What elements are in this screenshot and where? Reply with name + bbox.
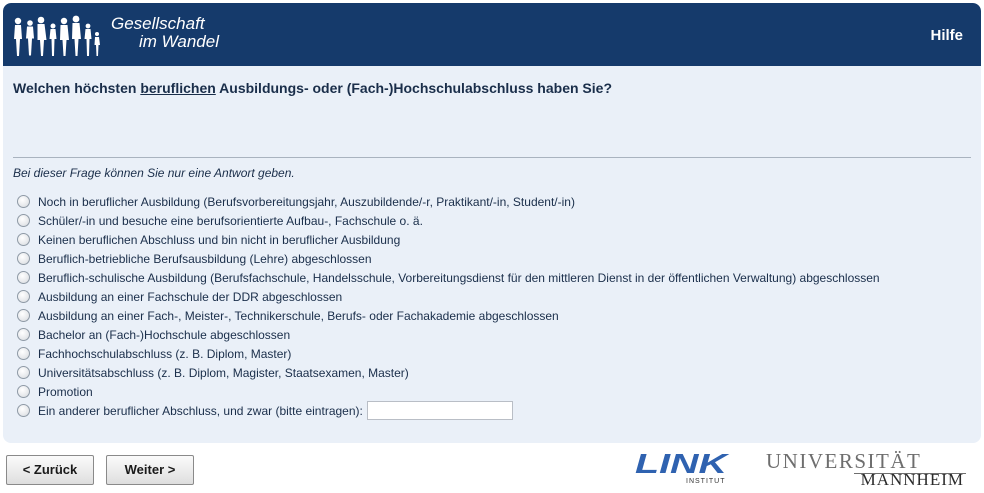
option-label[interactable]: Fachhochschulabschluss (z. B. Diplom, Ma… xyxy=(38,347,291,361)
option-label[interactable]: Ausbildung an einer Fach-, Meister-, Tec… xyxy=(38,309,559,323)
answer-option[interactable]: Beruflich-schulische Ausbildung (Berufsf… xyxy=(17,268,880,287)
logo-line-1: Gesellschaft xyxy=(111,14,205,33)
option-label[interactable]: Universitätsabschluss (z. B. Diplom, Mag… xyxy=(38,366,409,380)
answer-option[interactable]: Bachelor an (Fach-)Hochschule abgeschlos… xyxy=(17,325,880,344)
question-prefix: Welchen höchsten xyxy=(13,80,141,96)
radio-button[interactable] xyxy=(17,214,30,227)
radio-button[interactable] xyxy=(17,290,30,303)
next-button[interactable]: Weiter > xyxy=(106,455,194,485)
answer-option[interactable]: Fachhochschulabschluss (z. B. Diplom, Ma… xyxy=(17,344,880,363)
option-label[interactable]: Ausbildung an einer Fachschule der DDR a… xyxy=(38,290,342,304)
radio-button[interactable] xyxy=(17,328,30,341)
help-link[interactable]: Hilfe xyxy=(930,27,963,44)
option-label[interactable]: Keinen beruflichen Abschluss und bin nic… xyxy=(38,233,400,247)
other-degree-input[interactable] xyxy=(366,401,513,420)
answer-option[interactable]: Noch in beruflicher Ausbildung (Berufsvo… xyxy=(17,192,880,211)
uni-logo-rule xyxy=(854,473,966,474)
question-emphasis: beruflichen xyxy=(140,80,216,96)
answer-options: Noch in beruflicher Ausbildung (Berufsvo… xyxy=(17,192,880,420)
answer-option[interactable]: Keinen beruflichen Abschluss und bin nic… xyxy=(17,230,880,249)
option-label[interactable]: Ein anderer beruflicher Abschluss, und z… xyxy=(38,404,363,418)
radio-button[interactable] xyxy=(17,347,30,360)
header-bar: Gesellschaft im Wandel Hilfe xyxy=(3,3,981,66)
answer-option[interactable]: Ausbildung an einer Fachschule der DDR a… xyxy=(17,287,880,306)
question-suffix: Ausbildungs- oder (Fach-)Hochschulabschl… xyxy=(215,80,612,96)
uni-logo-top: UNIVERSITÄT xyxy=(766,449,922,473)
logo-wordmark: Gesellschaft im Wandel xyxy=(111,15,219,51)
option-label[interactable]: Promotion xyxy=(38,385,93,399)
radio-button[interactable] xyxy=(17,233,30,246)
radio-button[interactable] xyxy=(17,309,30,322)
university-mannheim-logo: UNIVERSITÄT MANNHEIM xyxy=(766,451,966,489)
option-label[interactable]: Schüler/-in und besuche eine berufsorien… xyxy=(38,214,423,228)
logo-line-2: im Wandel xyxy=(139,32,219,51)
radio-button[interactable] xyxy=(17,366,30,379)
survey-panel: Gesellschaft im Wandel Hilfe Welchen höc… xyxy=(3,3,981,443)
divider xyxy=(13,157,971,158)
radio-button[interactable] xyxy=(17,385,30,398)
answer-hint: Bei dieser Frage können Sie nur eine Ant… xyxy=(13,166,295,180)
link-logo-text: LINK xyxy=(635,450,730,479)
answer-option[interactable]: Universitätsabschluss (z. B. Diplom, Mag… xyxy=(17,363,880,382)
back-button[interactable]: < Zurück xyxy=(6,455,94,485)
radio-button[interactable] xyxy=(17,195,30,208)
radio-button[interactable] xyxy=(17,271,30,284)
answer-option[interactable]: Schüler/-in und besuche eine berufsorien… xyxy=(17,211,880,230)
answer-option[interactable]: Ausbildung an einer Fach-, Meister-, Tec… xyxy=(17,306,880,325)
people-silhouettes-logo xyxy=(14,15,100,56)
answer-option[interactable]: Promotion xyxy=(17,382,880,401)
answer-option[interactable]: Beruflich-betriebliche Berufsausbildung … xyxy=(17,249,880,268)
radio-button[interactable] xyxy=(17,252,30,265)
answer-option-other[interactable]: Ein anderer beruflicher Abschluss, und z… xyxy=(17,401,880,420)
option-label[interactable]: Bachelor an (Fach-)Hochschule abgeschlos… xyxy=(38,328,290,342)
option-label[interactable]: Beruflich-betriebliche Berufsausbildung … xyxy=(38,252,372,266)
link-logo-sub: INSTITUT xyxy=(686,478,726,485)
link-institut-logo: LINK INSTITUT xyxy=(635,450,730,485)
question-text: Welchen höchsten beruflichen Ausbildungs… xyxy=(13,80,953,96)
radio-button[interactable] xyxy=(17,404,30,417)
option-label[interactable]: Beruflich-schulische Ausbildung (Berufsf… xyxy=(38,271,880,285)
option-label[interactable]: Noch in beruflicher Ausbildung (Berufsvo… xyxy=(38,195,575,209)
